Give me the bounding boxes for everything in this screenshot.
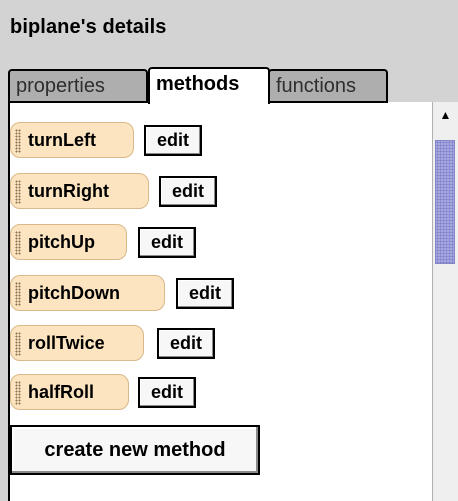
tab-methods[interactable]: methods: [148, 67, 270, 104]
drag-handle-icon[interactable]: [15, 129, 21, 153]
edit-button[interactable]: edit: [159, 176, 217, 207]
drag-handle-icon[interactable]: [15, 381, 21, 405]
method-name: turnLeft: [28, 129, 96, 150]
method-name: pitchUp: [28, 231, 95, 252]
edit-button[interactable]: edit: [138, 377, 196, 408]
tab-functions[interactable]: functions: [268, 69, 388, 102]
method-tile-halfroll[interactable]: halfRoll: [10, 374, 129, 410]
method-tile-turnright[interactable]: turnRight: [10, 173, 149, 209]
edit-button[interactable]: edit: [144, 125, 202, 156]
method-name: turnRight: [28, 180, 109, 201]
edit-button[interactable]: edit: [176, 278, 234, 309]
arrow-up-icon[interactable]: ▲: [433, 108, 458, 134]
method-tile-pitchup[interactable]: pitchUp: [10, 224, 127, 260]
drag-handle-icon[interactable]: [15, 332, 21, 356]
panel-title: biplane's details: [10, 16, 167, 38]
create-new-method-button[interactable]: create new method: [10, 425, 260, 475]
method-tile-rolltwice[interactable]: rollTwice: [10, 325, 144, 361]
scroll-thumb[interactable]: [435, 140, 455, 264]
drag-handle-icon[interactable]: [15, 282, 21, 306]
details-panel: biplane's details properties methods fun…: [0, 0, 458, 501]
method-name: pitchDown: [28, 282, 120, 303]
method-tile-pitchdown[interactable]: pitchDown: [10, 275, 165, 311]
method-name: halfRoll: [28, 381, 94, 402]
drag-handle-icon[interactable]: [15, 231, 21, 255]
edit-button[interactable]: edit: [157, 328, 215, 359]
edit-button[interactable]: edit: [138, 227, 196, 258]
drag-handle-icon[interactable]: [15, 180, 21, 204]
vertical-scrollbar[interactable]: ▲: [432, 102, 458, 501]
method-tile-turnleft[interactable]: turnLeft: [10, 122, 134, 158]
method-name: rollTwice: [28, 332, 105, 353]
tab-properties[interactable]: properties: [8, 69, 148, 102]
